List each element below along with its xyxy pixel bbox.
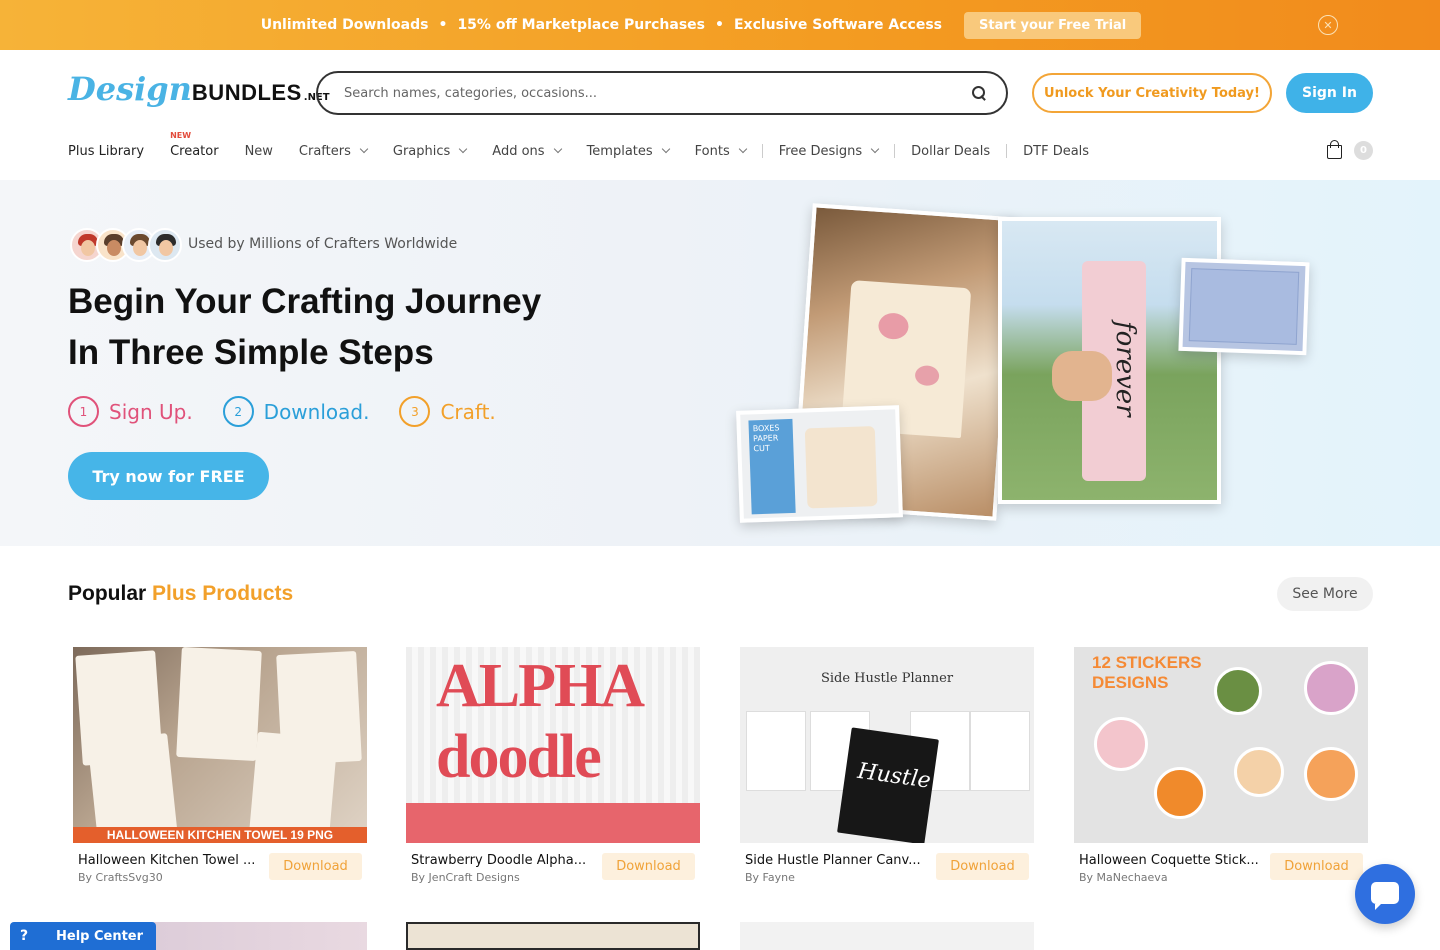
nav-item-fonts[interactable]: Fonts	[695, 144, 747, 159]
product-thumbnail[interactable]: Side Hustle Planner Hustle	[740, 647, 1034, 843]
avatar	[148, 228, 182, 262]
product-thumbnail[interactable]: 12 STICKERS DESIGNS	[1074, 647, 1368, 843]
product-thumbnail[interactable]	[1074, 922, 1368, 950]
product-title[interactable]: Side Hustle Planner Canv...	[745, 853, 931, 868]
help-icon: ?	[19, 928, 29, 944]
nav-item-dollar-deals[interactable]: Dollar Deals	[911, 144, 990, 159]
promo-dot: •	[715, 17, 724, 33]
product-card[interactable]: 12 STICKERS DESIGNS Halloween Coquette S…	[1074, 647, 1368, 884]
chevron-down-icon	[738, 144, 747, 154]
site-logo[interactable]: Design BUNDLES .NET	[68, 70, 330, 108]
step-sign-up: 1 Sign Up.	[68, 396, 193, 427]
step-number: 1	[68, 396, 99, 427]
free-trial-button[interactable]: Start your Free Trial	[964, 11, 1142, 39]
step-number: 3	[399, 396, 431, 427]
product-title[interactable]: Strawberry Doodle Alpha...	[411, 853, 597, 868]
nav-item-plus-library[interactable]: Plus Library	[68, 144, 144, 159]
product-thumbnail[interactable]: ALPHA doodle	[406, 647, 700, 843]
crafter-avatars	[70, 228, 182, 262]
product-thumbnail[interactable]	[740, 922, 1034, 950]
nav-item-graphics[interactable]: Graphics	[393, 144, 468, 159]
unlock-creativity-button[interactable]: Unlock Your Creativity Today!	[1032, 73, 1272, 113]
nav-divider	[894, 144, 896, 158]
nav-item-templates[interactable]: Templates	[587, 144, 670, 159]
social-proof-text: Used by Millions of Crafters Worldwide	[188, 236, 458, 252]
nav-item-add-ons[interactable]: Add ons	[492, 144, 562, 159]
product-author[interactable]: By CraftsSvg30	[78, 871, 163, 884]
thumbnail-caption: 12 STICKERS DESIGNS	[1092, 653, 1202, 692]
thumbnail-caption: HALLOWEEN KITCHEN TOWEL 19 PNG	[73, 827, 367, 843]
chevron-down-icon	[661, 144, 670, 154]
promo-bar: Unlimited Downloads • 15% off Marketplac…	[0, 0, 1440, 50]
cart-icon[interactable]	[1326, 140, 1343, 159]
promo-dot: •	[438, 17, 448, 33]
nav-item-creator[interactable]: NEW Creator	[170, 131, 219, 159]
nav-item-free-designs[interactable]: Free Designs	[779, 144, 880, 159]
nav-divider	[1006, 144, 1008, 158]
cart-count-badge: 0	[1354, 141, 1373, 160]
promo-text-downloads: Unlimited Downloads	[260, 17, 429, 33]
nav-item-crafters[interactable]: Crafters	[299, 144, 369, 159]
download-button[interactable]: Download	[936, 853, 1029, 880]
steps: 1 Sign Up. 2 Download. 3 Craft.	[68, 396, 526, 427]
section-title: Popular Plus Products	[68, 582, 294, 605]
product-thumbnail[interactable]: HALLOWEEN KITCHEN TOWEL 19 PNG	[73, 647, 367, 843]
product-label: BOXES PAPER CUT	[748, 418, 796, 515]
search-bar	[316, 71, 1008, 115]
main-nav: Plus Library NEW Creator New Crafters Gra…	[68, 131, 1115, 160]
step-craft: 3 Craft.	[399, 396, 496, 427]
logo-bundles: BUNDLES	[191, 80, 302, 105]
chat-button[interactable]	[1355, 864, 1415, 924]
product-author[interactable]: By MaNechaeva	[1079, 871, 1168, 884]
hero-image-box-product: BOXES PAPER CUT	[736, 405, 903, 523]
help-center-label: Help Center	[56, 928, 144, 944]
search-icon[interactable]	[972, 86, 986, 100]
try-free-button[interactable]: Try now for FREE	[68, 452, 269, 500]
download-button[interactable]: Download	[602, 853, 695, 880]
search-input[interactable]	[344, 85, 972, 101]
promo-text-software: Exclusive Software Access	[733, 17, 942, 33]
download-button[interactable]: Download	[1270, 853, 1363, 880]
step-download: 2 Download.	[222, 396, 369, 427]
nav-item-dtf-deals[interactable]: DTF Deals	[1023, 144, 1089, 159]
close-icon[interactable]: ✕	[1318, 15, 1338, 35]
download-button[interactable]: Download	[269, 853, 362, 880]
thumbnail-caption: ALPHA doodle	[436, 652, 642, 791]
product-card[interactable]: ALPHA doodle Strawberry Doodle Alpha... …	[406, 647, 700, 884]
promo-text-discount: 15% off Marketplace Purchases	[457, 17, 706, 33]
see-more-button[interactable]: See More	[1277, 577, 1373, 611]
sign-in-button[interactable]: Sign In	[1286, 73, 1373, 113]
product-title[interactable]: Halloween Kitchen Towel ...	[78, 853, 264, 868]
product-title[interactable]: Halloween Coquette Stick...	[1079, 853, 1265, 868]
nav-item-new[interactable]: New	[245, 144, 273, 159]
thumbnail-caption: Side Hustle Planner	[820, 671, 954, 686]
help-center-button[interactable]: ? Help Center	[10, 922, 156, 950]
product-thumbnail[interactable]	[406, 922, 700, 950]
hero-banner: Used by Millions of Crafters Worldwide B…	[0, 180, 1440, 546]
chat-bubble-icon	[1371, 882, 1399, 910]
chevron-down-icon	[870, 144, 880, 154]
logo-design: Design	[68, 70, 192, 108]
product-card[interactable]: HALLOWEEN KITCHEN TOWEL 19 PNG Halloween…	[73, 647, 367, 884]
step-number: 2	[222, 396, 254, 427]
product-author[interactable]: By JenCraft Designs	[411, 871, 520, 884]
hero-headline: Begin Your Crafting Journey In Three Sim…	[68, 282, 542, 372]
new-badge: NEW	[170, 130, 192, 140]
nav-divider	[761, 144, 763, 158]
chevron-down-icon	[553, 144, 562, 154]
chevron-down-icon	[459, 144, 468, 154]
product-card[interactable]: Side Hustle Planner Hustle Side Hustle P…	[740, 647, 1034, 884]
hero-image-tumbler-mockup	[1178, 257, 1310, 356]
chevron-down-icon	[359, 144, 369, 154]
product-author[interactable]: By Fayne	[745, 871, 795, 884]
